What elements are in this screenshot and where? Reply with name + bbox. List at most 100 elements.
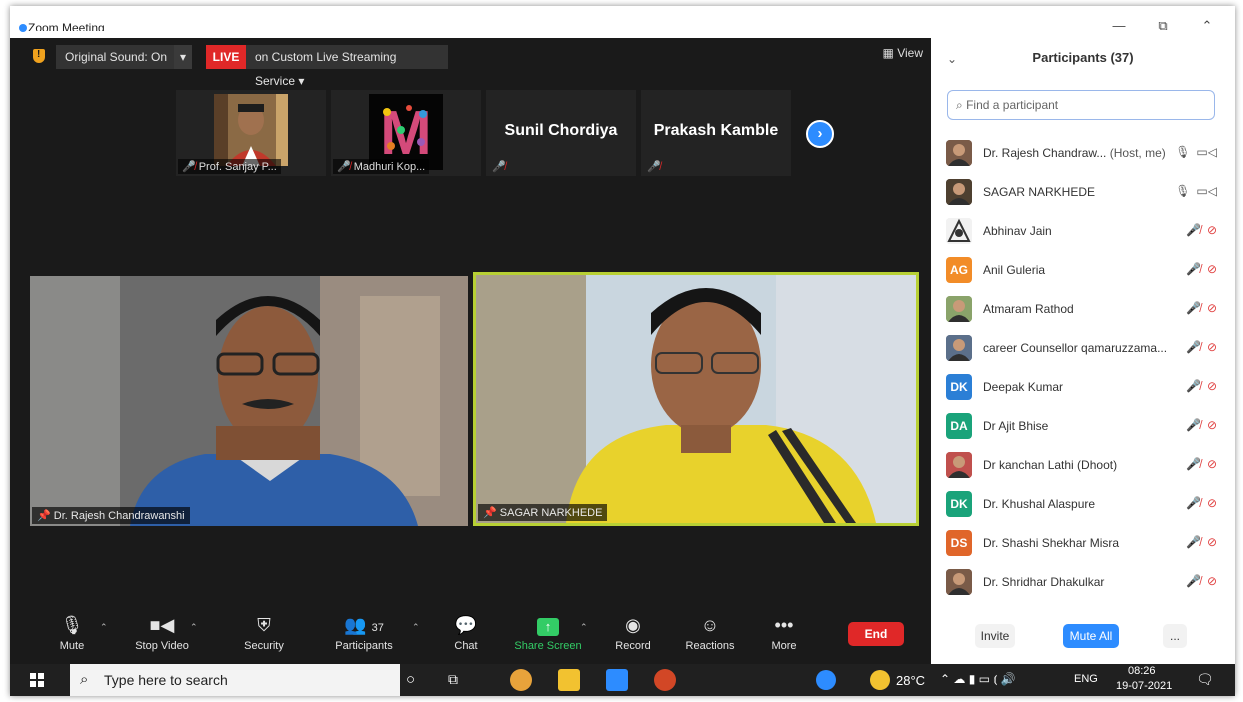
mic-muted-icon[interactable]: 🎤̸ xyxy=(1186,535,1201,549)
mic-muted-icon: 🎤̸ xyxy=(647,161,661,173)
participant-row[interactable]: DS Dr. Shashi Shekhar Misra 🎤̸ ⊘ xyxy=(931,524,1235,563)
participant-row[interactable]: Dr kanchan Lathi (Dhoot) 🎤̸ ⊘ xyxy=(931,446,1235,485)
share-options-icon[interactable]: ⌃ xyxy=(580,622,588,633)
avatar: DA xyxy=(946,413,972,439)
mic-muted-icon[interactable]: 🎤̸ xyxy=(1186,223,1201,237)
task-view-icon[interactable]: ⧉ xyxy=(448,671,458,688)
more-button[interactable]: ••• More xyxy=(766,612,802,652)
participant-row[interactable]: DK Deepak Kumar 🎤̸ ⊘ xyxy=(931,368,1235,407)
video-off-icon[interactable]: ⊘ xyxy=(1207,301,1217,315)
chrome-icon[interactable] xyxy=(510,669,532,691)
participant-thumbnail[interactable]: Sunil Chordiya 🎤̸ xyxy=(486,90,636,176)
participant-thumbnail[interactable]: M 🎤̸ Madhuri Kop... xyxy=(331,90,481,176)
mic-muted-icon[interactable]: 🎤̸ xyxy=(1186,496,1201,510)
clock-date[interactable]: 19-07-2021 xyxy=(1116,680,1172,692)
mic-muted-icon[interactable]: 🎤̸ xyxy=(1186,418,1201,432)
participant-name: Prakash Kamble xyxy=(653,122,779,139)
mic-muted-icon[interactable]: 🎤̸ xyxy=(1186,379,1201,393)
participant-row[interactable]: Atmaram Rathod 🎤̸ ⊘ xyxy=(931,290,1235,329)
collapse-button[interactable]: ⌃ xyxy=(1192,18,1222,34)
participant-row[interactable]: DA Dr Ajit Bhise 🎤̸ ⊘ xyxy=(931,407,1235,446)
security-button[interactable]: ⛨ Security xyxy=(234,612,294,652)
video-off-icon[interactable]: ⊘ xyxy=(1207,223,1217,237)
participant-thumbnail[interactable]: 🎤̸ Prof. Sanjay P... xyxy=(176,90,326,176)
video-off-icon[interactable]: ⊘ xyxy=(1207,418,1217,432)
mic-muted-icon[interactable]: 🎤̸ xyxy=(1186,301,1201,315)
participant-status-icons: 🎤̸ ⊘ xyxy=(1186,301,1217,315)
participant-row[interactable]: Dr. Shridhar Dhakulkar 🎤̸ ⊘ xyxy=(931,563,1235,602)
search-icon: ⌕ xyxy=(956,98,963,112)
participant-row[interactable]: career Counsellor qamaruzzama... 🎤̸ ⊘ xyxy=(931,329,1235,368)
participant-search-input[interactable]: ⌕ Find a participant xyxy=(947,90,1215,120)
windows-start-icon[interactable] xyxy=(30,673,44,687)
video-off-icon[interactable]: ⊘ xyxy=(1207,535,1217,549)
zoom-taskbar-icon[interactable] xyxy=(606,669,628,691)
search-icon: ⌕ xyxy=(80,671,89,688)
mic-muted-icon[interactable]: 🎤̸ xyxy=(1186,574,1201,588)
share-screen-button[interactable]: ↑ Share Screen xyxy=(512,612,584,652)
participant-thumbnail[interactable]: Prakash Kamble 🎤̸ xyxy=(641,90,791,176)
participant-row[interactable]: Dr. Rajesh Chandraw... (Host, me) 🎙 ▭◁ xyxy=(931,134,1235,173)
streaming-dropdown[interactable]: on Custom Live Streaming Service ▾ xyxy=(246,45,448,88)
cortana-icon[interactable]: ○ xyxy=(406,671,415,688)
chat-button[interactable]: 💬 Chat xyxy=(446,612,486,652)
help-icon[interactable] xyxy=(816,670,836,690)
minimize-button[interactable]: — xyxy=(1104,18,1134,33)
clock-time[interactable]: 08:26 xyxy=(1128,665,1156,677)
mic-muted-icon[interactable]: 🎤̸ xyxy=(1186,262,1201,276)
end-meeting-button[interactable]: End xyxy=(848,622,904,646)
participants-button[interactable]: 👥 37 Participants xyxy=(326,612,402,652)
notifications-icon[interactable]: 🗨 xyxy=(1196,671,1214,688)
participant-row[interactable]: AG Anil Guleria 🎤̸ ⊘ xyxy=(931,251,1235,290)
record-icon: ◉ xyxy=(625,615,641,635)
video-tile[interactable]: 📌 Dr. Rajesh Chandrawanshi xyxy=(30,276,468,526)
original-sound-button[interactable]: Original Sound: On xyxy=(56,45,188,69)
video-options-icon[interactable]: ⌃ xyxy=(190,622,198,633)
panel-more-button[interactable]: ... xyxy=(1163,624,1187,648)
filmstrip-next-button[interactable]: › xyxy=(806,120,834,148)
restore-button[interactable]: ⧉ xyxy=(1148,18,1178,34)
participant-name: Dr. Rajesh Chandraw... (Host, me) xyxy=(983,146,1166,160)
reactions-button[interactable]: ☺ Reactions xyxy=(680,612,740,652)
participant-status-icons: 🎤̸ ⊘ xyxy=(1186,457,1217,471)
video-off-icon[interactable]: ⊘ xyxy=(1207,262,1217,276)
video-off-icon[interactable]: ⊘ xyxy=(1207,379,1217,393)
video-off-icon[interactable]: ⊘ xyxy=(1207,496,1217,510)
live-badge: LIVE xyxy=(206,45,246,69)
mute-all-button[interactable]: Mute All xyxy=(1063,624,1119,648)
mic-muted-icon[interactable]: 🎤̸ xyxy=(1186,457,1201,471)
encryption-shield-icon[interactable] xyxy=(33,49,45,63)
file-explorer-icon[interactable] xyxy=(558,669,580,691)
system-tray-icons[interactable]: ⌃ ☁ ▮ ▭ ⦅ 🔊 xyxy=(940,672,1016,687)
window-title: Zoom Meeting xyxy=(28,21,105,31)
record-button[interactable]: ◉ Record xyxy=(610,612,656,652)
participant-name: career Counsellor qamaruzzama... xyxy=(983,341,1168,355)
microphone-icon[interactable]: 🎙 xyxy=(1175,145,1190,159)
participant-row[interactable]: SAGAR NARKHEDE 🎙 ▭◁ xyxy=(931,173,1235,212)
taskbar-search-input[interactable]: ⌕ Type here to search xyxy=(70,664,400,696)
video-off-icon[interactable]: ⊘ xyxy=(1207,340,1217,354)
input-language[interactable]: ENG xyxy=(1074,673,1098,685)
video-name-tag: 📌 Dr. Rajesh Chandrawanshi xyxy=(32,507,190,524)
video-camera-icon[interactable]: ▭◁ xyxy=(1196,184,1217,198)
participant-name: Dr kanchan Lathi (Dhoot) xyxy=(983,458,1118,472)
participant-row[interactable]: DK Dr. Khushal Alaspure 🎤̸ ⊘ xyxy=(931,485,1235,524)
active-speaker-video-tile[interactable]: 📌 SAGAR NARKHEDE xyxy=(473,272,919,526)
microphone-icon[interactable]: 🎙 xyxy=(1175,184,1190,198)
original-sound-dropdown-icon[interactable]: ▾ xyxy=(174,45,192,69)
video-off-icon[interactable]: ⊘ xyxy=(1207,457,1217,471)
video-camera-icon[interactable]: ▭◁ xyxy=(1196,145,1217,159)
mic-muted-icon[interactable]: 🎤̸ xyxy=(1186,340,1201,354)
participants-options-icon[interactable]: ⌃ xyxy=(412,622,420,633)
participant-status-icons: 🎤̸ ⊘ xyxy=(1186,379,1217,393)
view-button[interactable]: ▦ View xyxy=(883,46,923,60)
mute-button[interactable]: 🎙 Mute xyxy=(44,612,100,652)
video-off-icon[interactable]: ⊘ xyxy=(1207,574,1217,588)
weather-icon[interactable] xyxy=(870,670,890,690)
weather-temperature[interactable]: 28°C xyxy=(896,673,925,688)
invite-button[interactable]: Invite xyxy=(975,624,1015,648)
meeting-toolbar: 🎙 Mute ⌃ ■◀ Stop Video ⌃ ⛨ Security 👥 37… xyxy=(28,608,931,664)
powerpoint-icon[interactable] xyxy=(654,669,676,691)
mute-options-icon[interactable]: ⌃ xyxy=(100,622,108,633)
participant-row[interactable]: Abhinav Jain 🎤̸ ⊘ xyxy=(931,212,1235,251)
